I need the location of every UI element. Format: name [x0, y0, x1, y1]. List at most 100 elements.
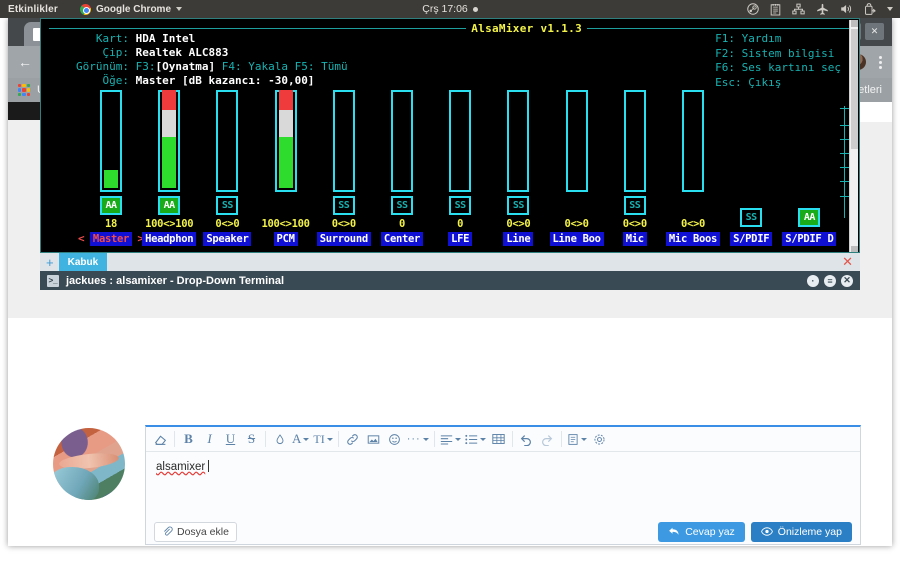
volume-bar[interactable] [333, 90, 355, 192]
mixer-channel-mic-boos[interactable]: 0<>0Mic Boos [667, 90, 719, 246]
reply-textarea[interactable]: alsamixer [146, 452, 860, 518]
close-tab-icon[interactable]: ✕ [842, 254, 860, 270]
mute-indicator[interactable]: AA [100, 196, 122, 215]
channel-label[interactable]: PCM [274, 232, 298, 246]
channel-label[interactable]: Line Boo [550, 232, 604, 246]
close-button[interactable]: ✕ [841, 275, 853, 287]
maximize-button[interactable]: ≡ [824, 275, 836, 287]
text-size-icon[interactable]: TI [311, 427, 334, 451]
italic-icon[interactable]: I [199, 427, 220, 451]
mute-indicator[interactable]: AA [798, 208, 820, 227]
droplet-icon[interactable] [269, 427, 290, 451]
steam-icon[interactable] [747, 3, 759, 15]
preview-button[interactable]: Önizleme yap [751, 522, 852, 542]
mixer-channel-mic[interactable]: SS0<>0Mic [609, 90, 661, 246]
volume-bar[interactable] [100, 90, 122, 192]
apps-grid-icon[interactable] [18, 84, 30, 96]
list-icon[interactable] [463, 427, 488, 451]
more-icon[interactable]: ··· [405, 427, 431, 451]
attach-file-button[interactable]: Dosya ekle [154, 522, 237, 542]
eraser-icon[interactable] [150, 427, 171, 451]
mixer-channel-speaker[interactable]: SS0<>0Speaker [201, 90, 253, 246]
align-icon[interactable] [438, 427, 463, 451]
close-button[interactable]: ✕ [865, 23, 884, 40]
bold-icon[interactable]: B [178, 427, 199, 451]
volume-bar[interactable] [507, 90, 529, 192]
channel-label[interactable]: Center [381, 232, 423, 246]
volume-bar[interactable] [158, 90, 180, 192]
mixer-channel-line-boo[interactable]: 0<>0Line Boo [551, 90, 603, 246]
volume-bar[interactable] [566, 90, 588, 192]
mute-indicator[interactable]: SS [507, 196, 529, 215]
fill-segment [279, 90, 293, 110]
channel-label[interactable]: LFE [448, 232, 472, 246]
image-icon[interactable] [363, 427, 384, 451]
table-icon[interactable] [488, 427, 509, 451]
mixer-channels: AA18Master<>AA100<>100HeadphonSS0<>0Spea… [41, 19, 860, 253]
mute-indicator[interactable]: SS [391, 196, 413, 215]
channel-value: 0<>0 [506, 218, 530, 230]
notes-icon[interactable] [770, 3, 781, 16]
mixer-channel-s-pdif[interactable]: SS S/PDIF [725, 102, 777, 246]
channel-label[interactable]: S/PDIF D [782, 232, 836, 246]
mixer-channel-s-pdif-d[interactable]: AA S/PDIF D [783, 102, 835, 246]
mixer-channel-surround[interactable]: SS0<>0Surround [318, 90, 370, 246]
power-icon[interactable] [864, 3, 876, 16]
airplane-icon[interactable] [816, 3, 829, 16]
channel-label[interactable]: Mic Boos [666, 232, 720, 246]
reply-button[interactable]: Cevap yaz [658, 522, 745, 542]
chevron-down-icon[interactable] [887, 7, 893, 11]
fill-segment [162, 90, 176, 110]
volume-icon[interactable] [840, 3, 853, 15]
channel-label[interactable]: S/PDIF [730, 232, 772, 246]
status-area[interactable] [747, 3, 893, 16]
underline-icon[interactable]: U [220, 427, 241, 451]
volume-bar-wrap [391, 90, 413, 192]
font-color-icon[interactable]: A [290, 427, 311, 451]
toolbar-divider [338, 431, 339, 447]
mixer-channel-headphon[interactable]: AA100<>100Headphon [143, 90, 195, 246]
mute-indicator[interactable]: SS [449, 196, 471, 215]
terminal-scrollbar[interactable] [849, 20, 858, 253]
mute-indicator[interactable]: SS [740, 208, 762, 227]
mixer-channel-pcm[interactable]: 100<>100PCM [260, 90, 312, 246]
mute-indicator[interactable]: SS [333, 196, 355, 215]
volume-bar[interactable] [275, 90, 297, 192]
scrollbar-thumb[interactable] [851, 29, 858, 149]
mute-indicator[interactable]: SS [216, 196, 238, 215]
volume-bar[interactable] [449, 90, 471, 192]
channel-label[interactable]: Surround [317, 232, 371, 246]
volume-bar[interactable] [391, 90, 413, 192]
terminal-tab-kabuk[interactable]: Kabuk [59, 253, 108, 271]
reply-button-label: Cevap yaz [685, 526, 735, 538]
mixer-channel-lfe[interactable]: SS0LFE [434, 90, 486, 246]
snippet-icon[interactable] [565, 427, 589, 451]
post-avatar[interactable] [53, 428, 125, 500]
channel-label[interactable]: Line [503, 232, 533, 246]
channel-label[interactable]: Master [90, 232, 132, 246]
back-icon[interactable]: ← [18, 54, 32, 70]
select-prev-arrow[interactable]: < [78, 232, 85, 245]
volume-bar[interactable] [216, 90, 238, 192]
minimize-button[interactable]: · [807, 275, 819, 287]
mute-indicator[interactable]: SS [624, 196, 646, 215]
channel-label[interactable]: Speaker [203, 232, 251, 246]
undo-icon[interactable] [516, 427, 537, 451]
settings-icon[interactable] [589, 427, 610, 451]
mixer-channel-center[interactable]: SS0Center [376, 90, 428, 246]
strikethrough-icon[interactable]: S [241, 427, 262, 451]
mixer-channel-master[interactable]: AA18Master<> [85, 90, 137, 246]
mute-indicator[interactable]: AA [158, 196, 180, 215]
volume-bar[interactable] [624, 90, 646, 192]
channel-label[interactable]: Mic [623, 232, 647, 246]
volume-bar[interactable] [682, 90, 704, 192]
browser-menu-icon[interactable] [879, 56, 882, 69]
link-icon[interactable] [342, 427, 363, 451]
channel-label[interactable]: Headphon [142, 232, 196, 246]
emoji-icon[interactable] [384, 427, 405, 451]
redo-icon[interactable] [537, 427, 558, 451]
mixer-channel-line[interactable]: SS 0<>0 Line [492, 90, 544, 246]
new-tab-button[interactable]: + [40, 255, 59, 270]
eye-icon [761, 526, 773, 537]
network-icon[interactable] [792, 3, 805, 15]
